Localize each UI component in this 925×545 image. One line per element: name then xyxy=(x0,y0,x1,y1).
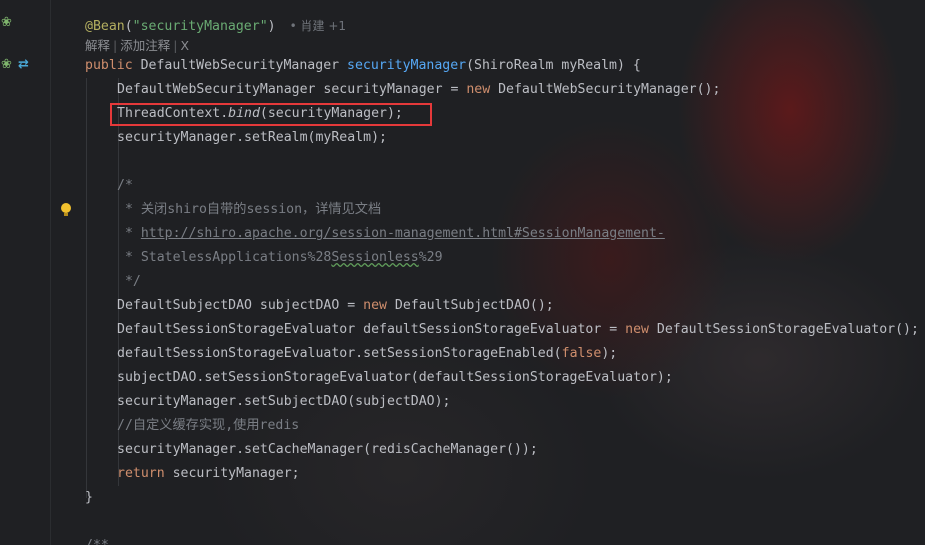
hint-separator: | xyxy=(113,38,118,53)
code-token: DefaultWebSecurityManager(); xyxy=(490,82,721,97)
user-icon: • xyxy=(289,19,297,33)
comment-token: %29 xyxy=(418,250,443,265)
author-label: 肖建 +1 xyxy=(300,19,347,33)
code-line[interactable]: DefaultWebSecurityManager securityManage… xyxy=(117,78,720,102)
code-editor[interactable]: ❀ ❀ ⇄ @Bean("securityManager") • 肖建 +1 解释… xyxy=(0,0,925,545)
close-hint-button[interactable]: X xyxy=(180,38,189,53)
keyword-token: false xyxy=(561,346,602,361)
comment-line[interactable]: * 关闭shiro自带的session，详情见文档 xyxy=(117,198,381,222)
params-token: (ShiroRealm myRealm) { xyxy=(466,58,641,73)
code-line[interactable]: securityManager.setRealm(myRealm); xyxy=(117,126,387,150)
indent-guide xyxy=(86,78,87,498)
editor-gutter: ❀ ❀ ⇄ xyxy=(0,0,51,545)
add-comment-link[interactable]: 添加注释 xyxy=(120,38,170,53)
string-token: "securityManager" xyxy=(132,19,268,34)
code-token: securityManager; xyxy=(164,466,300,481)
bean-icon[interactable]: ❀ xyxy=(1,16,12,30)
code-line[interactable]: return securityManager; xyxy=(117,462,300,486)
doc-link[interactable]: http://shiro.apache.org/session-manageme… xyxy=(141,226,665,241)
hint-separator: | xyxy=(173,38,178,53)
keyword-token: new xyxy=(363,298,387,313)
comment-line[interactable]: //自定义缓存实现,使用redis xyxy=(117,414,299,438)
code-line[interactable]: } xyxy=(85,486,93,510)
annotation-token: @Bean xyxy=(85,19,125,34)
code-token: DefaultSubjectDAO(); xyxy=(386,298,554,313)
comment-line[interactable]: */ xyxy=(117,270,141,294)
keyword-token: new xyxy=(625,322,649,337)
keyword-token: public xyxy=(85,58,133,73)
code-token: DefaultSubjectDAO subjectDAO = xyxy=(117,298,364,313)
keyword-token: new xyxy=(466,82,491,97)
comment-line[interactable]: /* xyxy=(117,174,133,198)
code-line[interactable]: DefaultSubjectDAO subjectDAO = new Defau… xyxy=(117,294,554,318)
type-token: DefaultWebSecurityManager xyxy=(132,58,348,73)
code-line[interactable]: DefaultSessionStorageEvaluator defaultSe… xyxy=(117,318,919,342)
code-token: defaultSessionStorageEvaluator.setSessio… xyxy=(117,346,562,361)
code-token: DefaultSessionStorageEvaluator defaultSe… xyxy=(117,322,626,337)
code-token: ); xyxy=(601,346,618,361)
code-line[interactable]: defaultSessionStorageEvaluator.setSessio… xyxy=(117,342,617,366)
code-token: DefaultSessionStorageEvaluator(); xyxy=(648,322,919,337)
comment-line[interactable]: /** xyxy=(85,534,109,545)
keyword-token: return xyxy=(117,466,165,481)
method-name-token: securityManager xyxy=(347,58,467,73)
highlight-box xyxy=(110,103,432,126)
paren-token: ) xyxy=(267,19,276,34)
comment-line[interactable]: * http://shiro.apache.org/session-manage… xyxy=(117,222,665,246)
code-token: DefaultWebSecurityManager securityManage… xyxy=(117,82,467,97)
bean-icon[interactable]: ❀ xyxy=(1,58,12,72)
code-line[interactable]: securityManager.setCacheManager(redisCac… xyxy=(117,438,538,462)
inlay-hint-bar: 解释 | 添加注释 | X xyxy=(85,37,189,55)
typo-token: Sessionless xyxy=(331,250,419,265)
comment-token: * StatelessApplications%28 xyxy=(117,250,332,265)
paren-token: ( xyxy=(124,19,133,34)
explain-link[interactable]: 解释 xyxy=(85,38,110,53)
comment-token: * xyxy=(117,226,141,241)
comment-line[interactable]: * StatelessApplications%28Sessionless%29 xyxy=(117,246,443,270)
implements-icon[interactable]: ⇄ xyxy=(18,58,29,72)
code-line[interactable]: @Bean("securityManager") • 肖建 +1 xyxy=(85,14,346,38)
code-line[interactable]: public DefaultWebSecurityManager securit… xyxy=(85,54,641,78)
code-line[interactable]: subjectDAO.setSessionStorageEvaluator(de… xyxy=(117,366,673,390)
author-hint[interactable]: • 肖建 +1 xyxy=(290,19,346,33)
code-line[interactable]: securityManager.setSubjectDAO(subjectDAO… xyxy=(117,390,450,414)
lightbulb-icon[interactable] xyxy=(61,203,71,216)
